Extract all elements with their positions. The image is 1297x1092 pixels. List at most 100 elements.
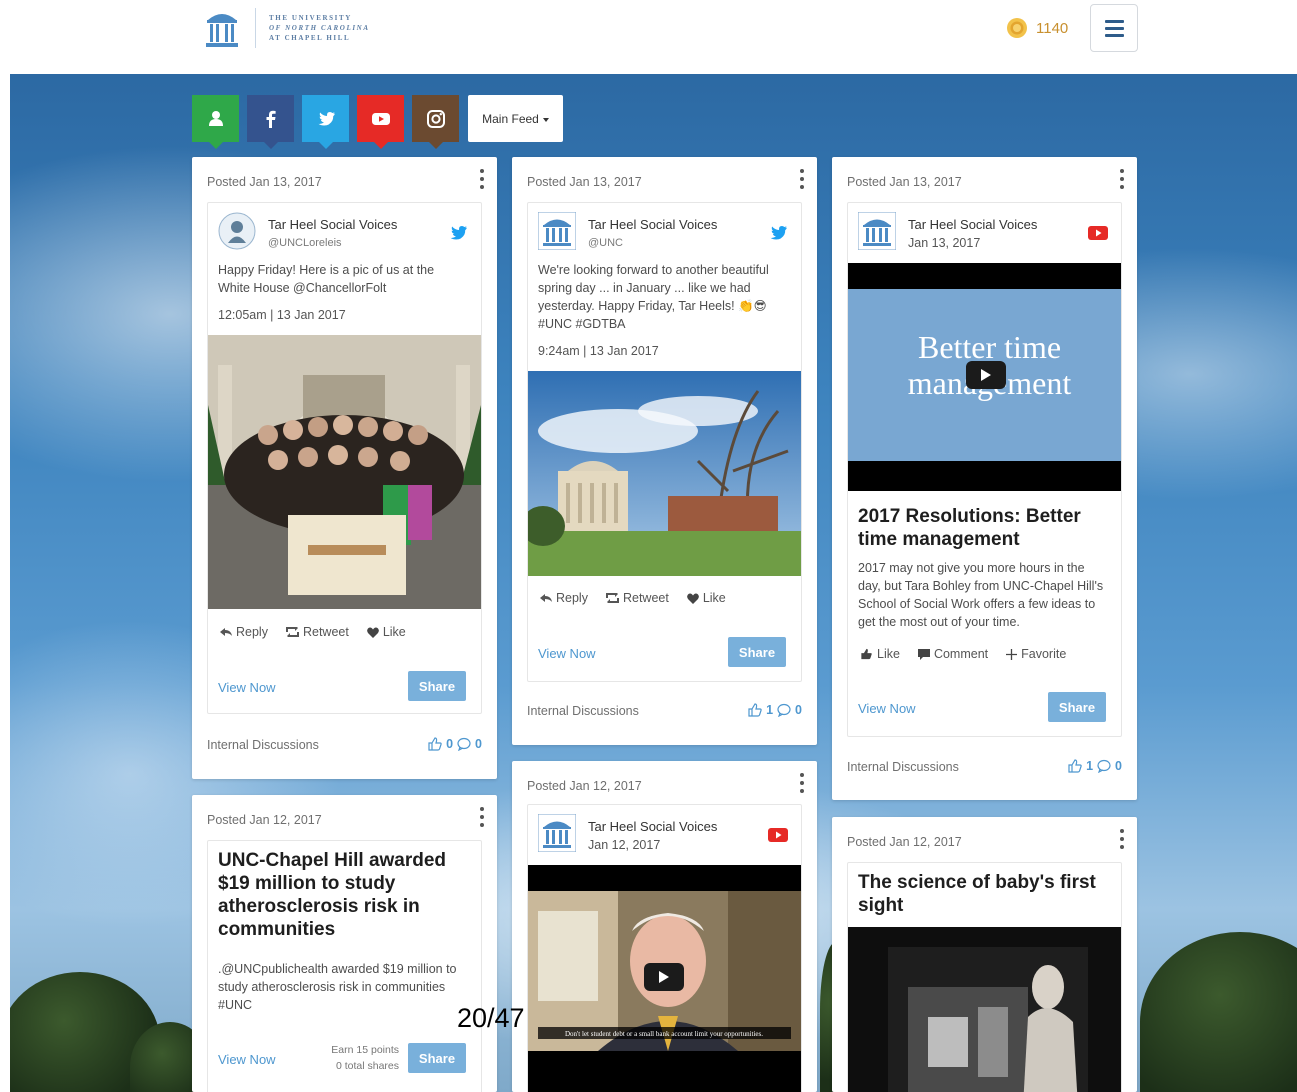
feed-select-dropdown[interactable]: Main Feed (468, 95, 563, 142)
author-handle[interactable]: @UNCLoreleis (268, 237, 342, 249)
logo-text: The University of North Carolina at Chap… (269, 13, 370, 43)
article-summary: .@UNCpublichealth awarded $19 million to… (218, 962, 457, 1012)
logo-divider (255, 8, 256, 48)
author-avatar (538, 212, 576, 250)
posted-date: Posted Jan 12, 2017 (847, 835, 962, 849)
article-embed: UNC-Chapel Hill awarded $19 million to s… (207, 840, 482, 1092)
youtube-embed: Tar Heel Social Voices Jan 13, 2017 Bett… (847, 202, 1122, 737)
share-button[interactable]: Share (1048, 692, 1106, 722)
youtube-icon[interactable] (1087, 223, 1109, 243)
earn-points-label: Earn 15 points (331, 1044, 399, 1056)
thumbs-up-icon (428, 737, 442, 751)
facebook-icon (266, 110, 276, 128)
author-name[interactable]: Tar Heel Social Voices (588, 217, 717, 232)
posted-date: Posted Jan 12, 2017 (207, 813, 322, 827)
video-date: Jan 13, 2017 (908, 236, 981, 250)
view-now-link[interactable]: View Now (218, 680, 276, 695)
reply-icon (220, 628, 232, 636)
article-headline[interactable]: The science of baby's first sight (858, 871, 1111, 917)
page-counter: 20/47 (457, 1003, 525, 1033)
tweet-photo[interactable] (208, 335, 481, 609)
more-options-icon[interactable] (799, 169, 805, 189)
like-action[interactable]: Like (686, 591, 726, 605)
view-now-link[interactable]: View Now (858, 701, 916, 716)
article-headline[interactable]: UNC-Chapel Hill awarded $19 million to s… (218, 849, 471, 941)
likes-count: 0 (446, 737, 454, 751)
more-options-icon[interactable] (799, 773, 805, 793)
feed-card-video-time-management: Posted Jan 13, 2017 Tar Heel Social Voic… (832, 157, 1137, 800)
author-handle[interactable]: @UNC (588, 237, 623, 249)
internal-discussions-label[interactable]: Internal Discussions (207, 738, 319, 752)
view-now-link[interactable]: View Now (538, 646, 596, 661)
internal-discussions-label[interactable]: Internal Discussions (847, 760, 959, 774)
play-button-icon[interactable] (966, 361, 1006, 389)
article-headline[interactable]: 2017 Resolutions: Better time management (858, 505, 1111, 551)
plus-icon (1006, 648, 1018, 660)
like-action[interactable]: Like (860, 647, 900, 661)
twitter-icon[interactable] (767, 223, 789, 243)
author-avatar (538, 814, 576, 852)
top-bar: The University of North Carolina at Chap… (0, 0, 1297, 74)
instagram-icon (426, 109, 445, 128)
points-display[interactable]: 1140 (1006, 17, 1068, 39)
video-player[interactable]: Don't let student debt or a small bank a… (528, 865, 801, 1092)
thumbs-up-icon (1068, 759, 1082, 773)
comments-count: 0 (475, 737, 482, 751)
comment-icon (457, 737, 471, 751)
author-name[interactable]: Tar Heel Social Voices (588, 819, 717, 834)
unc-logo[interactable]: The University of North Carolina at Chap… (205, 6, 370, 50)
retweet-icon (605, 593, 619, 603)
posted-date: Posted Jan 13, 2017 (207, 175, 322, 189)
internal-discussions-label[interactable]: Internal Discussions (527, 704, 639, 718)
tab-twitter[interactable] (302, 95, 349, 149)
logo-line-2: of North Carolina (269, 24, 370, 32)
more-options-icon[interactable] (479, 169, 485, 189)
engagement-counts[interactable]: 1 0 (1068, 759, 1122, 773)
play-button-icon[interactable] (644, 963, 684, 991)
favorite-action[interactable]: Favorite (1006, 647, 1066, 661)
twitter-icon[interactable] (447, 223, 469, 243)
tweet-timestamp: 12:05am | 13 Jan 2017 (218, 308, 346, 322)
tab-user[interactable] (192, 95, 239, 149)
reply-icon (540, 594, 552, 602)
posted-date: Posted Jan 13, 2017 (527, 175, 642, 189)
share-button[interactable]: Share (408, 671, 466, 701)
reply-action[interactable]: Reply (540, 591, 588, 605)
tweet-text: We're looking forward to another beautif… (538, 263, 769, 331)
author-name[interactable]: Tar Heel Social Voices (268, 217, 397, 232)
view-now-link[interactable]: View Now (218, 1052, 276, 1067)
feed-card-video-student-debt: Posted Jan 12, 2017 Tar Heel Social Voic… (512, 761, 817, 1092)
thumbs-up-icon (861, 648, 872, 660)
article-summary: 2017 may not give you more hours in the … (858, 561, 1104, 629)
reply-action[interactable]: Reply (220, 625, 268, 639)
comments-count: 0 (1115, 759, 1122, 773)
retweet-action[interactable]: Retweet (285, 625, 349, 639)
heart-icon (366, 627, 379, 638)
youtube-icon[interactable] (767, 825, 789, 845)
more-options-icon[interactable] (479, 807, 485, 827)
share-button[interactable]: Share (408, 1043, 466, 1073)
lab-photo (848, 927, 1121, 1092)
video-player[interactable]: Better time management (848, 263, 1121, 491)
more-options-icon[interactable] (1119, 829, 1125, 849)
article-embed: The science of baby's first sight (847, 862, 1122, 1092)
total-shares-label: 0 total shares (335, 1060, 399, 1072)
like-action[interactable]: Like (366, 625, 406, 639)
author-name[interactable]: Tar Heel Social Voices (908, 217, 1037, 232)
more-options-icon[interactable] (1119, 169, 1125, 189)
comment-action[interactable]: Comment (917, 647, 988, 661)
feed-card-tweet-unc: Posted Jan 13, 2017 Tar Heel Social Voic… (512, 157, 817, 745)
comments-count: 0 (795, 703, 802, 717)
tweet-photo[interactable] (528, 371, 801, 576)
engagement-counts[interactable]: 1 0 (748, 703, 802, 717)
share-button[interactable]: Share (728, 637, 786, 667)
tab-instagram[interactable] (412, 95, 459, 149)
tab-facebook[interactable] (247, 95, 294, 149)
menu-button[interactable] (1090, 4, 1138, 52)
tab-youtube[interactable] (357, 95, 404, 149)
article-image[interactable] (848, 927, 1121, 1092)
tweet-timestamp: 9:24am | 13 Jan 2017 (538, 344, 659, 358)
engagement-counts[interactable]: 0 0 (428, 737, 482, 751)
retweet-action[interactable]: Retweet (605, 591, 669, 605)
campus-photo (528, 371, 801, 576)
